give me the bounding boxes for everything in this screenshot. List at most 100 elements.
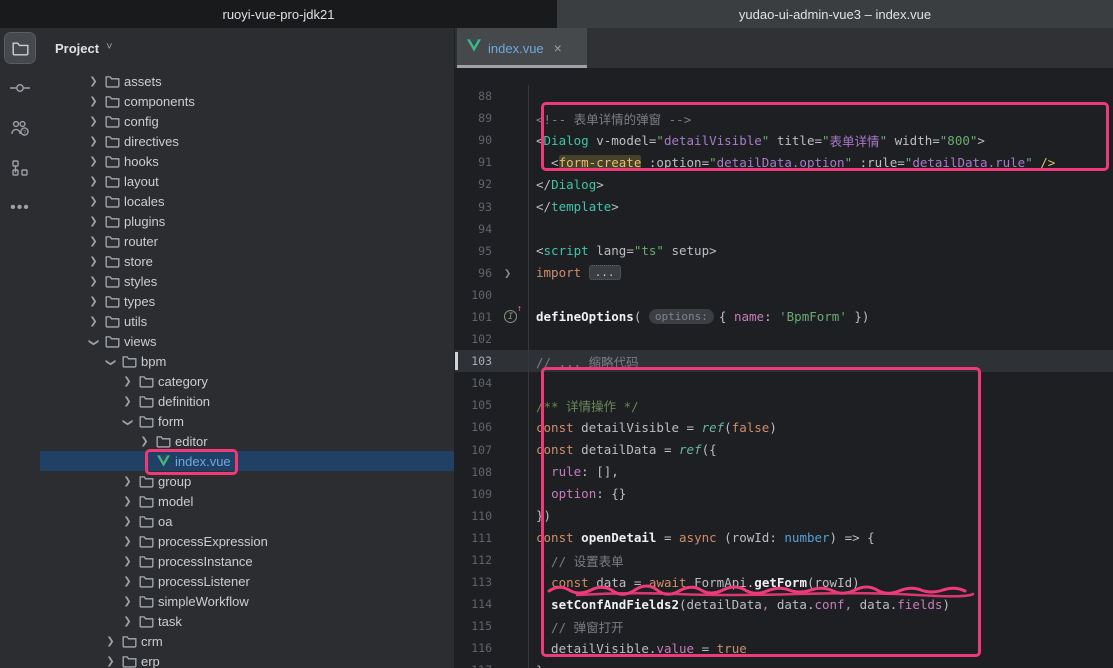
chevron-collapsed-icon[interactable]: ❯ xyxy=(85,156,102,167)
chevron-collapsed-icon[interactable]: ❯ xyxy=(119,576,136,587)
folder-icon[interactable] xyxy=(0,28,40,68)
chevron-collapsed-icon[interactable]: ❯ xyxy=(85,136,102,147)
chevron-expanded-icon[interactable]: ❯ xyxy=(105,354,116,371)
code-line-117[interactable]: 117} xyxy=(455,659,1113,668)
code-line-103[interactable]: 103// ... 缩略代码 xyxy=(455,350,1113,372)
code-line-113[interactable]: 113 const data = await FormApi.getForm(r… xyxy=(455,571,1113,593)
sidebar-item-oa[interactable]: ❯oa xyxy=(40,511,454,531)
sidebar-item-store[interactable]: ❯store xyxy=(40,251,454,271)
chevron-collapsed-icon[interactable]: ❯ xyxy=(119,596,136,607)
macro-gutter-icon[interactable]: I xyxy=(504,310,517,323)
code-line-112[interactable]: 112 // 设置表单 xyxy=(455,549,1113,571)
code-line-109[interactable]: 109 option: {} xyxy=(455,483,1113,505)
code-editor[interactable]: 8889<!-- 表单详情的弹窗 -->90<Dialog v-model="d… xyxy=(455,85,1113,668)
chevron-collapsed-icon[interactable]: ❯ xyxy=(119,376,136,387)
code-line-107[interactable]: 107const detailData = ref({ xyxy=(455,439,1113,461)
sidebar-item-directives[interactable]: ❯directives xyxy=(40,131,454,151)
chevron-expanded-icon[interactable]: ❯ xyxy=(88,334,99,351)
fold-collapsed-icon[interactable]: ❯ xyxy=(504,266,511,280)
code-line-90[interactable]: 90<Dialog v-model="detailVisible" title=… xyxy=(455,129,1113,151)
sidebar-item-bpm[interactable]: ❯bpm xyxy=(40,351,454,371)
chevron-collapsed-icon[interactable]: ❯ xyxy=(102,636,119,647)
sidebar-item-task[interactable]: ❯task xyxy=(40,611,454,631)
code-line-88[interactable]: 88 xyxy=(455,85,1113,107)
sidebar-item-category[interactable]: ❯category xyxy=(40,371,454,391)
sidebar-item-layout[interactable]: ❯layout xyxy=(40,171,454,191)
chevron-collapsed-icon[interactable]: ❯ xyxy=(85,176,102,187)
sidebar-item-editor[interactable]: ❯editor xyxy=(40,431,454,451)
code-line-100[interactable]: 100 xyxy=(455,284,1113,306)
sidebar-item-components[interactable]: ❯components xyxy=(40,91,454,111)
chevron-collapsed-icon[interactable]: ❯ xyxy=(85,96,102,107)
chevron-collapsed-icon[interactable]: ❯ xyxy=(85,216,102,227)
sidebar-item-processlistener[interactable]: ❯processListener xyxy=(40,571,454,591)
sidebar-item-erp[interactable]: ❯erp xyxy=(40,651,454,668)
code-line-94[interactable]: 94 xyxy=(455,218,1113,240)
sidebar-item-utils[interactable]: ❯utils xyxy=(40,311,454,331)
chevron-collapsed-icon[interactable]: ❯ xyxy=(85,296,102,307)
chevron-collapsed-icon[interactable]: ❯ xyxy=(119,476,136,487)
sidebar-item-views[interactable]: ❯views xyxy=(40,331,454,351)
editor-area[interactable]: 8889<!-- 表单详情的弹窗 -->90<Dialog v-model="d… xyxy=(455,28,1113,668)
code-line-106[interactable]: 106const detailVisible = ref(false) xyxy=(455,416,1113,438)
sidebar-item-plugins[interactable]: ❯plugins xyxy=(40,211,454,231)
chevron-collapsed-icon[interactable]: ❯ xyxy=(136,436,153,447)
code-line-108[interactable]: 108 rule: [], xyxy=(455,461,1113,483)
chevron-collapsed-icon[interactable]: ❯ xyxy=(119,516,136,527)
code-line-95[interactable]: 95<script lang="ts" setup> xyxy=(455,240,1113,262)
commit-icon[interactable] xyxy=(0,68,40,108)
chevron-collapsed-icon[interactable]: ❯ xyxy=(119,496,136,507)
code-line-104[interactable]: 104 xyxy=(455,372,1113,394)
code-line-92[interactable]: 92</Dialog> xyxy=(455,173,1113,195)
structure-icon[interactable] xyxy=(0,148,40,188)
sidebar-item-assets[interactable]: ❯assets xyxy=(40,71,454,91)
chevron-expanded-icon[interactable]: ❯ xyxy=(122,414,133,431)
code-line-114[interactable]: 114 setConfAndFields2(detailData, data.c… xyxy=(455,593,1113,615)
sidebar-item-config[interactable]: ❯config xyxy=(40,111,454,131)
tab-index-vue[interactable]: index.vue × xyxy=(457,28,587,68)
code-line-111[interactable]: 111const openDetail = async (rowId: numb… xyxy=(455,527,1113,549)
sidebar-item-simpleworkflow[interactable]: ❯simpleWorkflow xyxy=(40,591,454,611)
project-tree[interactable]: ❯assets❯components❯config❯directives❯hoo… xyxy=(40,71,454,668)
more-icon[interactable]: ••• xyxy=(0,188,40,228)
chevron-collapsed-icon[interactable]: ❯ xyxy=(119,396,136,407)
sidebar-item-definition[interactable]: ❯definition xyxy=(40,391,454,411)
code-line-96[interactable]: 96❯import ... xyxy=(455,262,1113,284)
sidebar-item-form[interactable]: ❯form xyxy=(40,411,454,431)
folded-code-chip[interactable]: ... xyxy=(589,265,621,280)
chevron-collapsed-icon[interactable]: ❯ xyxy=(85,276,102,287)
chevron-collapsed-icon[interactable]: ❯ xyxy=(85,316,102,327)
chevron-collapsed-icon[interactable]: ❯ xyxy=(119,536,136,547)
code-line-101[interactable]: 101IdefineOptions( options:{ name: 'BpmF… xyxy=(455,306,1113,328)
chevron-down-icon[interactable]: ˅ xyxy=(106,41,112,53)
code-line-115[interactable]: 115 // 弹窗打开 xyxy=(455,615,1113,637)
pull-requests-icon[interactable]: ? xyxy=(0,108,40,148)
code-line-102[interactable]: 102 xyxy=(455,328,1113,350)
chevron-collapsed-icon[interactable]: ❯ xyxy=(119,556,136,567)
chevron-collapsed-icon[interactable]: ❯ xyxy=(85,196,102,207)
sidebar-item-styles[interactable]: ❯styles xyxy=(40,271,454,291)
sidebar-item-router[interactable]: ❯router xyxy=(40,231,454,251)
chevron-collapsed-icon[interactable]: ❯ xyxy=(85,256,102,267)
code-line-116[interactable]: 116 detailVisible.value = true xyxy=(455,637,1113,659)
chevron-collapsed-icon[interactable]: ❯ xyxy=(85,76,102,87)
code-line-91[interactable]: 91 <form-create :option="detailData.opti… xyxy=(455,151,1113,173)
sidebar-item-hooks[interactable]: ❯hooks xyxy=(40,151,454,171)
chevron-collapsed-icon[interactable]: ❯ xyxy=(102,656,119,667)
chevron-collapsed-icon[interactable]: ❯ xyxy=(119,616,136,627)
sidebar-item-index-vue[interactable]: index.vue xyxy=(40,451,454,471)
sidebar-item-processexpression[interactable]: ❯processExpression xyxy=(40,531,454,551)
sidebar-item-model[interactable]: ❯model xyxy=(40,491,454,511)
sidebar-item-processinstance[interactable]: ❯processInstance xyxy=(40,551,454,571)
code-line-93[interactable]: 93</template> xyxy=(455,195,1113,217)
sidebar-item-types[interactable]: ❯types xyxy=(40,291,454,311)
chevron-collapsed-icon[interactable]: ❯ xyxy=(85,116,102,127)
project-panel-header[interactable]: Project ˅ xyxy=(40,28,454,68)
chevron-collapsed-icon[interactable]: ❯ xyxy=(85,236,102,247)
code-line-89[interactable]: 89<!-- 表单详情的弹窗 --> xyxy=(455,107,1113,129)
close-icon[interactable]: × xyxy=(554,40,562,56)
sidebar-item-crm[interactable]: ❯crm xyxy=(40,631,454,651)
sidebar-item-locales[interactable]: ❯locales xyxy=(40,191,454,211)
code-line-110[interactable]: 110}) xyxy=(455,505,1113,527)
sidebar-item-group[interactable]: ❯group xyxy=(40,471,454,491)
